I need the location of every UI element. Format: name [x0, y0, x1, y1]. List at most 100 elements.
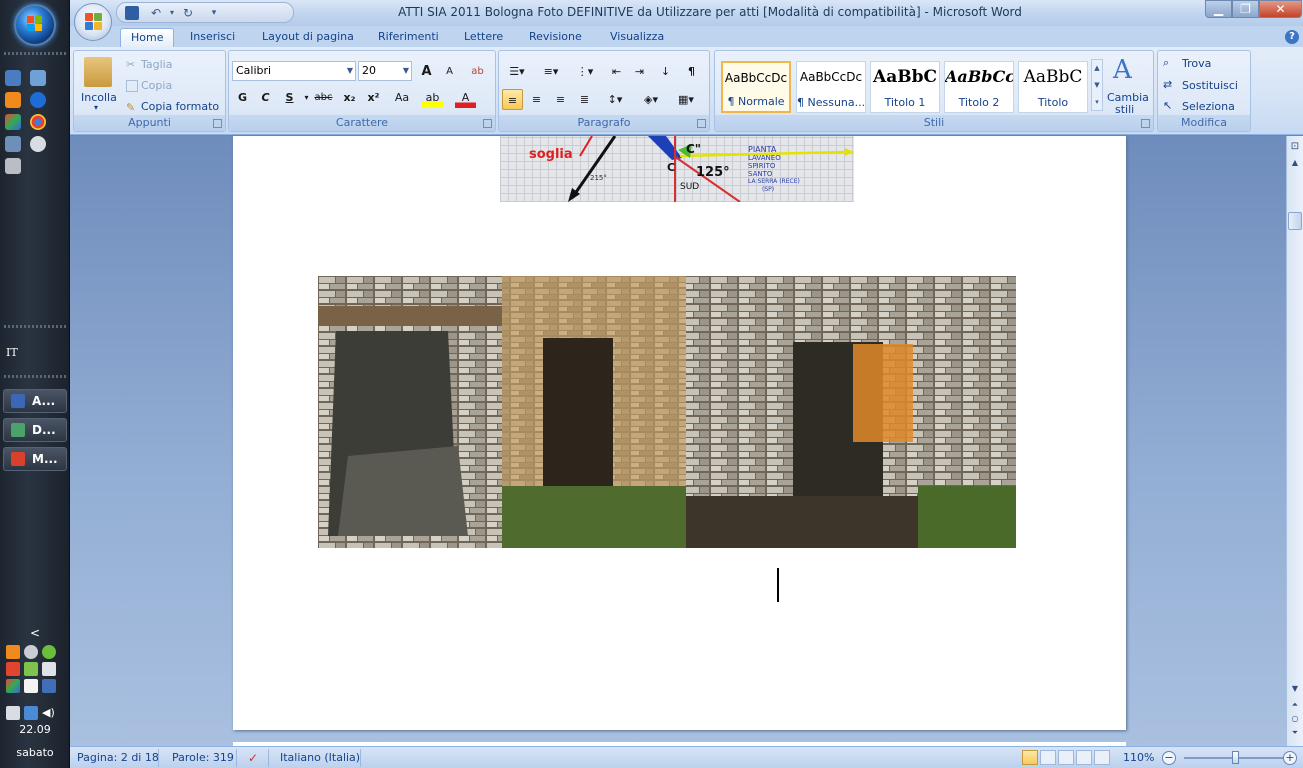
- sort-icon[interactable]: ↓: [655, 61, 676, 82]
- style-no-spacing[interactable]: AaBbCcDc ¶ Nessuna...: [796, 61, 866, 113]
- next-page-icon[interactable]: ⏷: [1288, 726, 1302, 740]
- line-spacing-icon[interactable]: ↕▾: [600, 89, 630, 110]
- zoom-out-icon[interactable]: −: [1162, 751, 1176, 765]
- tray-device-icon[interactable]: [6, 706, 20, 720]
- help-icon[interactable]: ?: [1285, 30, 1299, 44]
- font-name-combo[interactable]: Calibri ▼: [232, 61, 356, 81]
- paste-icon[interactable]: [84, 57, 112, 87]
- paste-button[interactable]: Incolla: [81, 91, 117, 104]
- multilevel-list-icon[interactable]: ⋮▾: [570, 61, 600, 82]
- grow-font-button[interactable]: A: [416, 61, 437, 82]
- print-layout-view-icon[interactable]: [1022, 750, 1038, 765]
- zoom-slider-thumb[interactable]: [1232, 751, 1240, 764]
- format-painter-button[interactable]: Copia formato: [141, 100, 219, 113]
- tray-color-icon[interactable]: [6, 679, 20, 693]
- office-button[interactable]: [74, 3, 112, 41]
- redo-icon[interactable]: ↻: [181, 6, 195, 20]
- increase-indent-icon[interactable]: ⇥: [629, 61, 650, 82]
- tools-icon[interactable]: [5, 136, 21, 152]
- tab-view[interactable]: Visualizza: [600, 28, 674, 48]
- paint-icon[interactable]: [5, 114, 21, 130]
- web-layout-view-icon[interactable]: [1058, 750, 1074, 765]
- scroll-up-icon[interactable]: ▲: [1288, 156, 1302, 170]
- tray-volume-icon[interactable]: ◀): [42, 706, 56, 720]
- undo-icon[interactable]: ↶: [149, 6, 163, 20]
- document-page[interactable]: soglia C" C 125° SUD 215° PIANTA LAVANEO…: [233, 136, 1126, 730]
- styles-launcher-icon[interactable]: [1141, 119, 1150, 128]
- save-icon[interactable]: [125, 6, 139, 20]
- tray-check-icon[interactable]: [42, 645, 56, 659]
- superscript-button[interactable]: x²: [363, 87, 384, 108]
- clock-app-icon[interactable]: [30, 136, 46, 152]
- clipboard-launcher-icon[interactable]: [213, 119, 222, 128]
- minimize-button[interactable]: ▁: [1205, 0, 1232, 18]
- decrease-indent-icon[interactable]: ⇤: [606, 61, 627, 82]
- tab-review[interactable]: Revisione: [519, 28, 592, 48]
- internet-explorer-icon[interactable]: [30, 92, 46, 108]
- stone-hut-photos[interactable]: [318, 276, 1016, 548]
- cut-button[interactable]: Taglia: [141, 58, 172, 71]
- select-button[interactable]: Seleziona: [1182, 100, 1235, 113]
- paragraph-launcher-icon[interactable]: [697, 119, 706, 128]
- page-count[interactable]: Pagina: 2 di 18: [77, 750, 159, 766]
- replace-button[interactable]: Sostituisci: [1182, 79, 1238, 92]
- tab-references[interactable]: Riferimenti: [368, 28, 449, 48]
- tray-clock-icon[interactable]: [24, 645, 38, 659]
- tray-pdf-icon[interactable]: [6, 662, 20, 676]
- font-size-combo[interactable]: 20 ▼: [358, 61, 412, 81]
- tab-insert[interactable]: Inserisci: [180, 28, 245, 48]
- close-button[interactable]: ✕: [1259, 0, 1302, 18]
- bullets-icon[interactable]: ☰▾: [502, 61, 532, 82]
- show-desktop-icon[interactable]: [5, 70, 21, 86]
- borders-icon[interactable]: ▦▾: [671, 89, 701, 110]
- font-launcher-icon[interactable]: [483, 119, 492, 128]
- previous-page-icon[interactable]: ⏶: [1288, 698, 1302, 712]
- vertical-scrollbar[interactable]: ⊡ ▲ ▼ ⏶ ○ ⏷: [1286, 136, 1303, 746]
- restore-button[interactable]: ❐: [1232, 0, 1259, 18]
- find-button[interactable]: Trova: [1182, 57, 1211, 70]
- align-left-icon[interactable]: ≡: [502, 89, 523, 110]
- ruler-toggle-icon[interactable]: ⊡: [1288, 140, 1302, 154]
- chrome-icon[interactable]: [30, 114, 46, 130]
- show-marks-icon[interactable]: ¶: [681, 61, 702, 82]
- style-title[interactable]: AaBbC Titolo: [1018, 61, 1088, 113]
- media-player-icon[interactable]: [5, 92, 21, 108]
- customize-qat-icon[interactable]: ▾: [207, 6, 221, 20]
- tray-expand-icon[interactable]: <: [30, 626, 40, 640]
- align-center-icon[interactable]: ≡: [526, 89, 547, 110]
- tab-mailings[interactable]: Lettere: [454, 28, 513, 48]
- change-case-button[interactable]: Aa: [389, 87, 415, 108]
- pen-icon[interactable]: [5, 158, 21, 174]
- align-right-icon[interactable]: ≡: [550, 89, 571, 110]
- shading-icon[interactable]: ◈▾: [636, 89, 666, 110]
- undo-dropdown-icon[interactable]: ▾: [165, 6, 179, 20]
- full-screen-reading-view-icon[interactable]: [1040, 750, 1056, 765]
- start-button[interactable]: [14, 4, 56, 46]
- styles-scroll[interactable]: ▲ ▼ ▾: [1091, 59, 1103, 111]
- taskbar-document-button[interactable]: D...: [3, 418, 67, 442]
- outline-view-icon[interactable]: [1076, 750, 1092, 765]
- shrink-font-button[interactable]: A: [439, 61, 460, 82]
- italic-button[interactable]: C: [255, 87, 276, 108]
- subscript-button[interactable]: x₂: [339, 87, 360, 108]
- language-status[interactable]: Italiano (Italia): [280, 750, 360, 766]
- word-count[interactable]: Parole: 319: [172, 750, 234, 766]
- zoom-level[interactable]: 110%: [1123, 750, 1154, 766]
- scroll-down-icon[interactable]: ▼: [1288, 682, 1302, 696]
- highlight-icon[interactable]: ab: [422, 87, 443, 108]
- style-normal[interactable]: AaBbCcDc ¶ Normale: [721, 61, 791, 113]
- bold-button[interactable]: G: [232, 87, 253, 108]
- style-heading-1[interactable]: AaBbC Titolo 1: [870, 61, 940, 113]
- taskbar-app-button[interactable]: M...: [3, 447, 67, 471]
- tray-display-icon[interactable]: [42, 679, 56, 693]
- numbering-icon[interactable]: ≡▾: [536, 61, 566, 82]
- tab-home[interactable]: Home: [120, 28, 175, 48]
- change-styles-icon[interactable]: A: [1113, 57, 1141, 83]
- font-color-icon[interactable]: A: [455, 87, 476, 108]
- paste-dropdown-icon[interactable]: ▾: [94, 103, 98, 112]
- tab-page-layout[interactable]: Layout di pagina: [252, 28, 364, 48]
- tray-calendar-icon[interactable]: [24, 679, 38, 693]
- copy-button[interactable]: Copia: [141, 79, 172, 92]
- strikethrough-button[interactable]: abc: [313, 87, 334, 108]
- draft-view-icon[interactable]: [1094, 750, 1110, 765]
